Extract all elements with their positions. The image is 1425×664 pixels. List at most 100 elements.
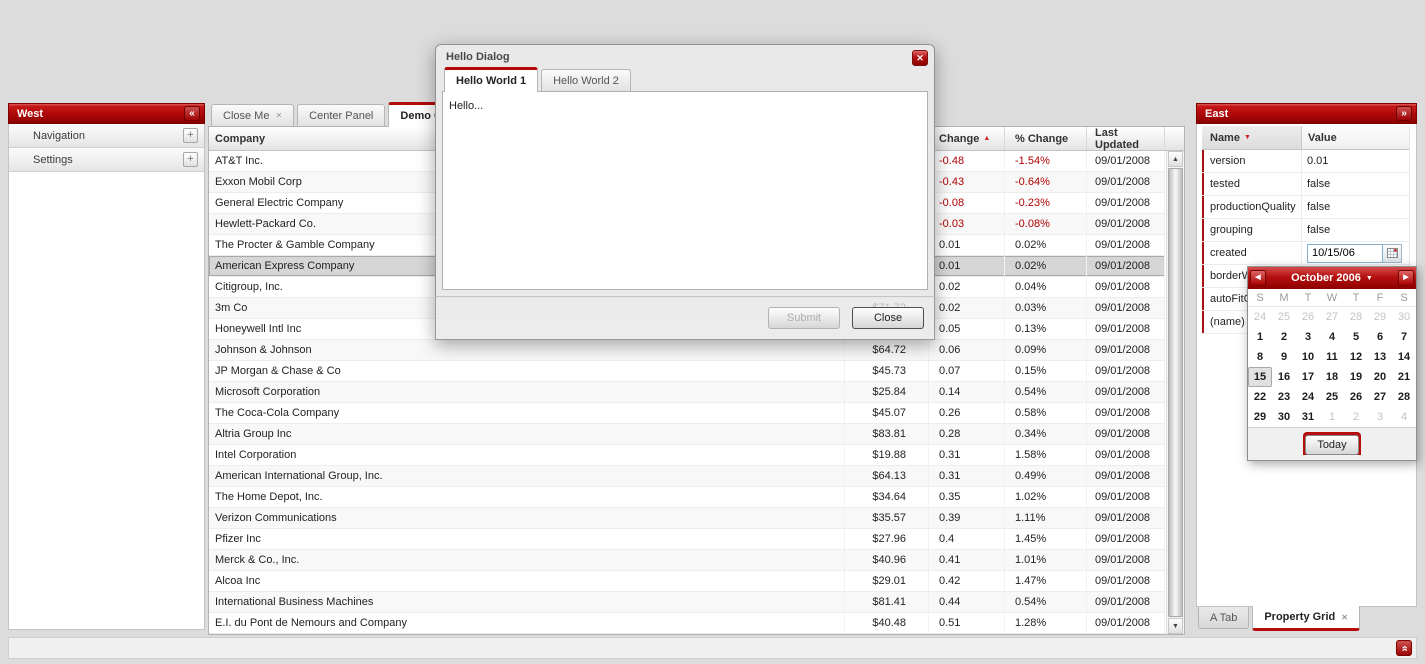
table-row[interactable]: The Coca-Cola Company$45.070.260.58%09/0… (209, 403, 1165, 424)
next-month-icon[interactable]: ▶ (1398, 270, 1414, 286)
calendar-day[interactable]: 7 (1392, 327, 1416, 347)
property-row[interactable]: created (1202, 242, 1409, 265)
expand-plus-icon[interactable]: + (183, 128, 198, 143)
calendar-day[interactable]: 26 (1344, 387, 1368, 407)
calendar-day[interactable]: 11 (1320, 347, 1344, 367)
table-row[interactable]: Alcoa Inc$29.010.421.47%09/01/2008 (209, 571, 1165, 592)
calendar-day[interactable]: 23 (1272, 387, 1296, 407)
calendar-day[interactable]: 22 (1248, 387, 1272, 407)
month-dropdown-icon[interactable]: ▼ (1366, 275, 1373, 282)
calendar-day[interactable]: 30 (1392, 307, 1416, 327)
table-row[interactable]: Intel Corporation$19.880.311.58%09/01/20… (209, 445, 1165, 466)
tab-hello-world-1[interactable]: Hello World 1 (444, 67, 538, 92)
calendar-day[interactable]: 27 (1368, 387, 1392, 407)
collapse-right-icon[interactable]: » (1396, 106, 1412, 121)
calendar-day[interactable]: 25 (1320, 387, 1344, 407)
calendar-day[interactable]: 10 (1296, 347, 1320, 367)
scrollbar-thumb[interactable] (1168, 168, 1183, 617)
calendar-day[interactable]: 6 (1368, 327, 1392, 347)
submit-button[interactable]: Submit (768, 307, 840, 329)
calendar-day[interactable]: 17 (1296, 367, 1320, 387)
table-row[interactable]: International Business Machines$81.410.4… (209, 592, 1165, 613)
table-row[interactable]: Merck & Co., Inc.$40.960.411.01%09/01/20… (209, 550, 1165, 571)
month-year-label[interactable]: October 2006 (1291, 272, 1361, 284)
accordion-item-navigation[interactable]: Navigation + (9, 124, 204, 148)
calendar-day[interactable]: 12 (1344, 347, 1368, 367)
property-row[interactable]: testedfalse (1202, 173, 1409, 196)
collapse-left-icon[interactable]: « (184, 106, 200, 121)
table-row[interactable]: American International Group, Inc.$64.13… (209, 466, 1165, 487)
today-button[interactable]: Today (1305, 435, 1359, 455)
calendar-day[interactable]: 3 (1296, 327, 1320, 347)
dialog-footer: Submit Close (435, 296, 935, 340)
table-row[interactable]: Pfizer Inc$27.960.41.45%09/01/2008 (209, 529, 1165, 550)
scroll-down-icon[interactable]: ▼ (1168, 618, 1183, 634)
column-header-last-updated[interactable]: Last Updated (1087, 127, 1165, 150)
calendar-day[interactable]: 1 (1248, 327, 1272, 347)
table-row[interactable]: E.I. du Pont de Nemours and Company$40.4… (209, 613, 1165, 634)
scroll-up-icon[interactable]: ▲ (1168, 151, 1183, 167)
pct-change-cell: 1.47% (1005, 571, 1087, 591)
calendar-day[interactable]: 20 (1368, 367, 1392, 387)
calendar-day[interactable]: 13 (1368, 347, 1392, 367)
calendar-day[interactable]: 28 (1344, 307, 1368, 327)
calendar-day[interactable]: 2 (1272, 327, 1296, 347)
column-header-pct-change[interactable]: % Change (1005, 127, 1087, 150)
calendar-day[interactable]: 8 (1248, 347, 1272, 367)
table-row[interactable]: Altria Group Inc$83.810.280.34%09/01/200… (209, 424, 1165, 445)
table-row[interactable]: Johnson & Johnson$64.720.060.09%09/01/20… (209, 340, 1165, 361)
calendar-day[interactable]: 21 (1392, 367, 1416, 387)
accordion-item-settings[interactable]: Settings + (9, 148, 204, 172)
tab-hello-world-2[interactable]: Hello World 2 (541, 69, 631, 91)
calendar-trigger-button[interactable] (1383, 244, 1402, 263)
tab-close-me[interactable]: Close Me✕ (211, 104, 294, 126)
tab-close-icon[interactable]: ✕ (1341, 613, 1348, 622)
date-picker: ◀ October 2006 ▼ ▶ SMTWTFS 2425262728293… (1247, 266, 1417, 461)
calendar-day[interactable]: 24 (1248, 307, 1272, 327)
tab-close-icon[interactable]: ✕ (275, 111, 282, 120)
calendar-day[interactable]: 30 (1272, 407, 1296, 427)
property-row[interactable]: productionQualityfalse (1202, 196, 1409, 219)
tab-a-tab[interactable]: A Tab (1198, 607, 1249, 629)
calendar-day[interactable]: 26 (1296, 307, 1320, 327)
property-row[interactable]: version0.01 (1202, 150, 1409, 173)
tab-center-panel[interactable]: Center Panel (297, 104, 385, 126)
table-row[interactable]: JP Morgan & Chase & Co$45.730.070.15%09/… (209, 361, 1165, 382)
calendar-day[interactable]: 4 (1320, 327, 1344, 347)
calendar-day[interactable]: 18 (1320, 367, 1344, 387)
close-button[interactable]: Close (852, 307, 924, 329)
calendar-day[interactable]: 24 (1296, 387, 1320, 407)
calendar-day[interactable]: 27 (1320, 307, 1344, 327)
calendar-day[interactable]: 31 (1296, 407, 1320, 427)
previous-month-icon[interactable]: ◀ (1250, 270, 1266, 286)
calendar-day[interactable]: 14 (1392, 347, 1416, 367)
expand-up-icon[interactable]: « (1396, 640, 1412, 656)
column-header-value[interactable]: Value (1302, 126, 1409, 149)
calendar-day[interactable]: 1 (1320, 407, 1344, 427)
column-header-change[interactable]: Change ▲ (929, 127, 1005, 150)
calendar-day[interactable]: 2 (1344, 407, 1368, 427)
vertical-scrollbar[interactable]: ▲ ▼ (1166, 151, 1184, 634)
table-row[interactable]: Microsoft Corporation$25.840.140.54%09/0… (209, 382, 1165, 403)
calendar-day[interactable]: 19 (1344, 367, 1368, 387)
calendar-day[interactable]: 15 (1248, 367, 1272, 387)
calendar-day[interactable]: 28 (1392, 387, 1416, 407)
dialog-close-icon[interactable]: ✕ (912, 50, 928, 66)
calendar-day[interactable]: 16 (1272, 367, 1296, 387)
calendar-day[interactable]: 25 (1272, 307, 1296, 327)
dialog-body-text: Hello... (449, 100, 483, 112)
calendar-day[interactable]: 4 (1392, 407, 1416, 427)
date-input[interactable] (1307, 244, 1383, 263)
price-cell: $40.48 (845, 613, 929, 633)
tab-property-grid[interactable]: Property Grid✕ (1252, 606, 1360, 631)
calendar-day[interactable]: 5 (1344, 327, 1368, 347)
table-row[interactable]: The Home Depot, Inc.$34.640.351.02%09/01… (209, 487, 1165, 508)
calendar-day[interactable]: 3 (1368, 407, 1392, 427)
expand-plus-icon[interactable]: + (183, 152, 198, 167)
calendar-day[interactable]: 9 (1272, 347, 1296, 367)
calendar-day[interactable]: 29 (1248, 407, 1272, 427)
table-row[interactable]: Verizon Communications$35.570.391.11%09/… (209, 508, 1165, 529)
calendar-day[interactable]: 29 (1368, 307, 1392, 327)
column-header-name[interactable]: Name ▼ (1202, 126, 1302, 149)
property-row[interactable]: groupingfalse (1202, 219, 1409, 242)
